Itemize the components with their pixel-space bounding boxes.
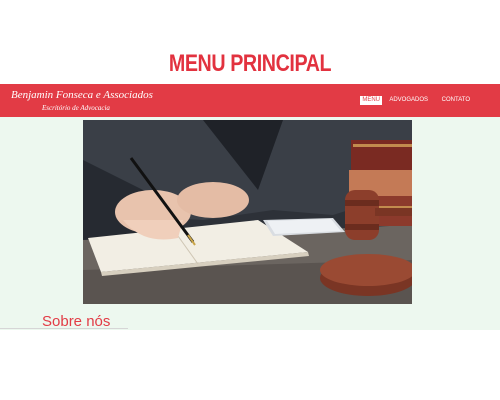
hero-image [83,120,412,304]
page-title: MENU PRINCIPAL [168,50,332,77]
header-bar: Benjamin Fonseca e Associados Escritório… [0,84,500,117]
section-divider [0,328,128,329]
brand-tagline: Escritório de Advocacia [42,104,110,112]
nav-item-menu[interactable]: MENU [360,96,382,105]
brand-name[interactable]: Benjamin Fonseca e Associados [11,89,153,101]
nav-item-advogados[interactable]: ADVOGADOS [387,96,430,105]
nav-item-contato[interactable]: CONTATO [440,96,472,105]
